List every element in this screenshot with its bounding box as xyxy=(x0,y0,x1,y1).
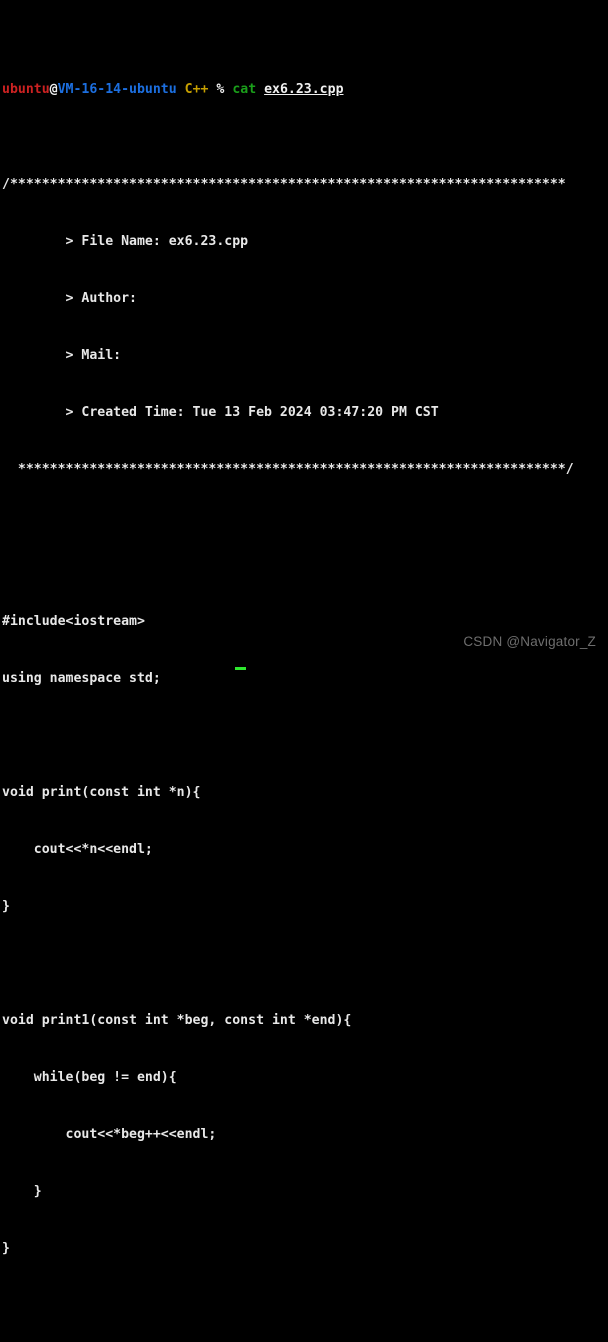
code-line-while-close: } xyxy=(2,1184,42,1199)
prompt-directory: C++ xyxy=(184,82,209,97)
code-line-while: while(beg != end){ xyxy=(2,1070,177,1085)
comment-line-mail: > Mail: xyxy=(2,348,130,363)
code-line-include: #include<iostream> xyxy=(2,614,145,629)
code-line-using-namespace: using namespace std; xyxy=(2,671,161,686)
terminal-window[interactable]: ubuntu@VM-16-14-ubuntu C++ % cat ex6.23.… xyxy=(0,0,608,1256)
command-cat: cat xyxy=(232,82,257,97)
prompt-at-symbol: @ xyxy=(49,82,58,97)
prompt-space-1 xyxy=(177,82,185,97)
comment-line-author: > Author: xyxy=(2,291,145,306)
code-line-print1-close: } xyxy=(2,1241,10,1256)
code-line-cout-beg: cout<<*beg++<<endl; xyxy=(2,1127,217,1142)
prompt-host: VM-16-14-ubuntu xyxy=(57,82,177,97)
comment-close-line: ****************************************… xyxy=(2,462,574,477)
watermark-text: CSDN @Navigator_Z xyxy=(463,634,596,649)
code-line-print1-signature: void print1(const int *beg, const int *e… xyxy=(2,1013,352,1028)
comment-line-created-time: > Created Time: Tue 13 Feb 2024 03:47:20… xyxy=(2,405,439,420)
command-argument-filename: ex6.23.cpp xyxy=(264,82,344,97)
terminal-cursor xyxy=(235,667,246,670)
prompt-space-4 xyxy=(256,82,264,97)
comment-line-file-name: > File Name: ex6.23.cpp xyxy=(2,234,249,249)
comment-open-line: /***************************************… xyxy=(2,177,566,192)
terminal-output-area[interactable]: ubuntu@VM-16-14-ubuntu C++ % cat ex6.23.… xyxy=(0,4,608,1342)
prompt-user: ubuntu xyxy=(2,82,50,97)
prompt-line-cat: ubuntu@VM-16-14-ubuntu C++ % cat ex6.23.… xyxy=(0,80,608,99)
code-line-print-signature: void print(const int *n){ xyxy=(2,785,201,800)
code-line-print-body: cout<<*n<<endl; xyxy=(2,842,153,857)
code-line-print-close: } xyxy=(2,899,10,914)
